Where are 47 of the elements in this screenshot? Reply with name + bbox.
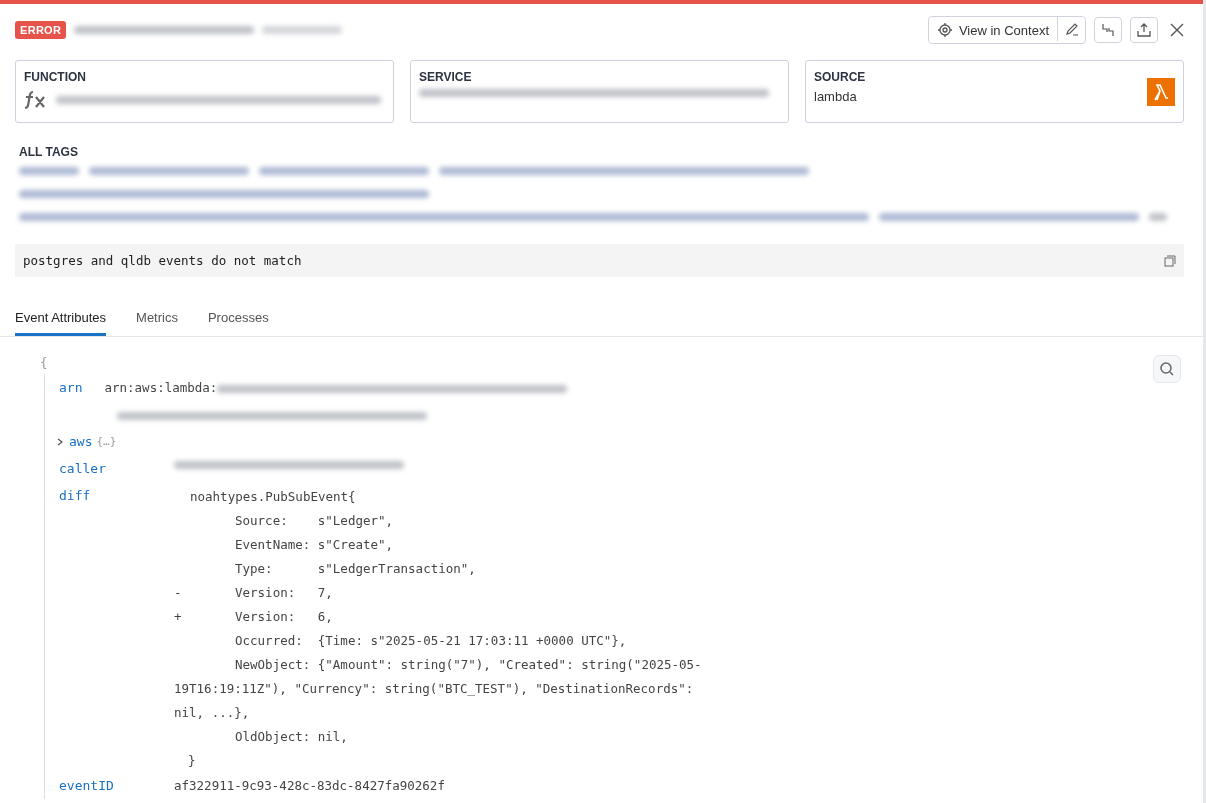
diff-line: }: [187, 752, 196, 768]
diff-line: Occurred: {Time: s"2025-05-21 17:03:11 +0000 UTC"},: [234, 632, 627, 648]
search-button[interactable]: [1153, 355, 1181, 383]
share-button[interactable]: [1130, 17, 1158, 43]
attribute-value: af322911-9c93-428c-83dc-8427fa90262f: [174, 778, 445, 793]
attribute-key: eventID: [59, 778, 174, 793]
connector-icon: [1100, 22, 1116, 38]
diff-line: EventName: s"Create",: [234, 536, 394, 552]
link-button[interactable]: [1094, 17, 1122, 43]
attribute-key: caller: [59, 461, 174, 476]
lambda-icon: [1147, 78, 1175, 106]
diff-marker: +: [174, 608, 183, 624]
attribute-key: diff: [59, 488, 174, 503]
diff-line: 19T16:19:11Z"), "Currency": string("BTC_TEST"), "DestinationRecords":: [174, 680, 694, 696]
tab[interactable]: Event Attributes: [15, 309, 107, 336]
tree-toggle[interactable]: aws {…}: [55, 434, 117, 449]
edit-button[interactable]: [1057, 17, 1085, 41]
diff-line: OldObject: nil,: [234, 728, 348, 744]
card-title: SERVICE: [419, 70, 473, 84]
diff-line: nil, ...},: [174, 704, 250, 720]
search-icon: [1159, 361, 1175, 377]
error-badge: ERROR: [15, 21, 67, 39]
diff-line: Version: 7,: [234, 584, 333, 600]
diff-line: noahtypes.PubSubEvent{: [189, 488, 356, 504]
chevron-icon: [55, 436, 65, 447]
tab[interactable]: Processes: [207, 309, 269, 336]
tags-title: ALL TAGS: [19, 145, 79, 159]
card-title: SOURCE: [814, 70, 867, 84]
target-icon: [936, 22, 953, 38]
redacted-text: [1149, 212, 1167, 221]
upload-icon: [1136, 22, 1152, 38]
card-title: FUNCTION: [24, 70, 87, 84]
diff-line: Source: s"Ledger",: [234, 512, 394, 528]
redacted-text: [19, 166, 79, 175]
diff-line: Version: 6,: [234, 608, 333, 624]
diff-marker: -: [174, 584, 183, 600]
tab[interactable]: Metrics: [136, 309, 178, 336]
open-brace: {: [40, 355, 48, 370]
card-value: lambda: [814, 89, 857, 104]
error-message: postgres and qldb events do not match: [23, 253, 302, 268]
attribute-key: arn: [59, 380, 83, 395]
diff-line: NewObject: {"Amount": string("7"), "Created": string("2025-05-: [234, 656, 702, 672]
pencil-icon: [1063, 21, 1080, 37]
attribute-value: arn:aws:lambda:: [104, 380, 218, 395]
copy-icon[interactable]: [1164, 254, 1176, 267]
close-icon: [1170, 23, 1184, 37]
diff-line: Type: s"LedgerTransaction",: [234, 560, 476, 576]
